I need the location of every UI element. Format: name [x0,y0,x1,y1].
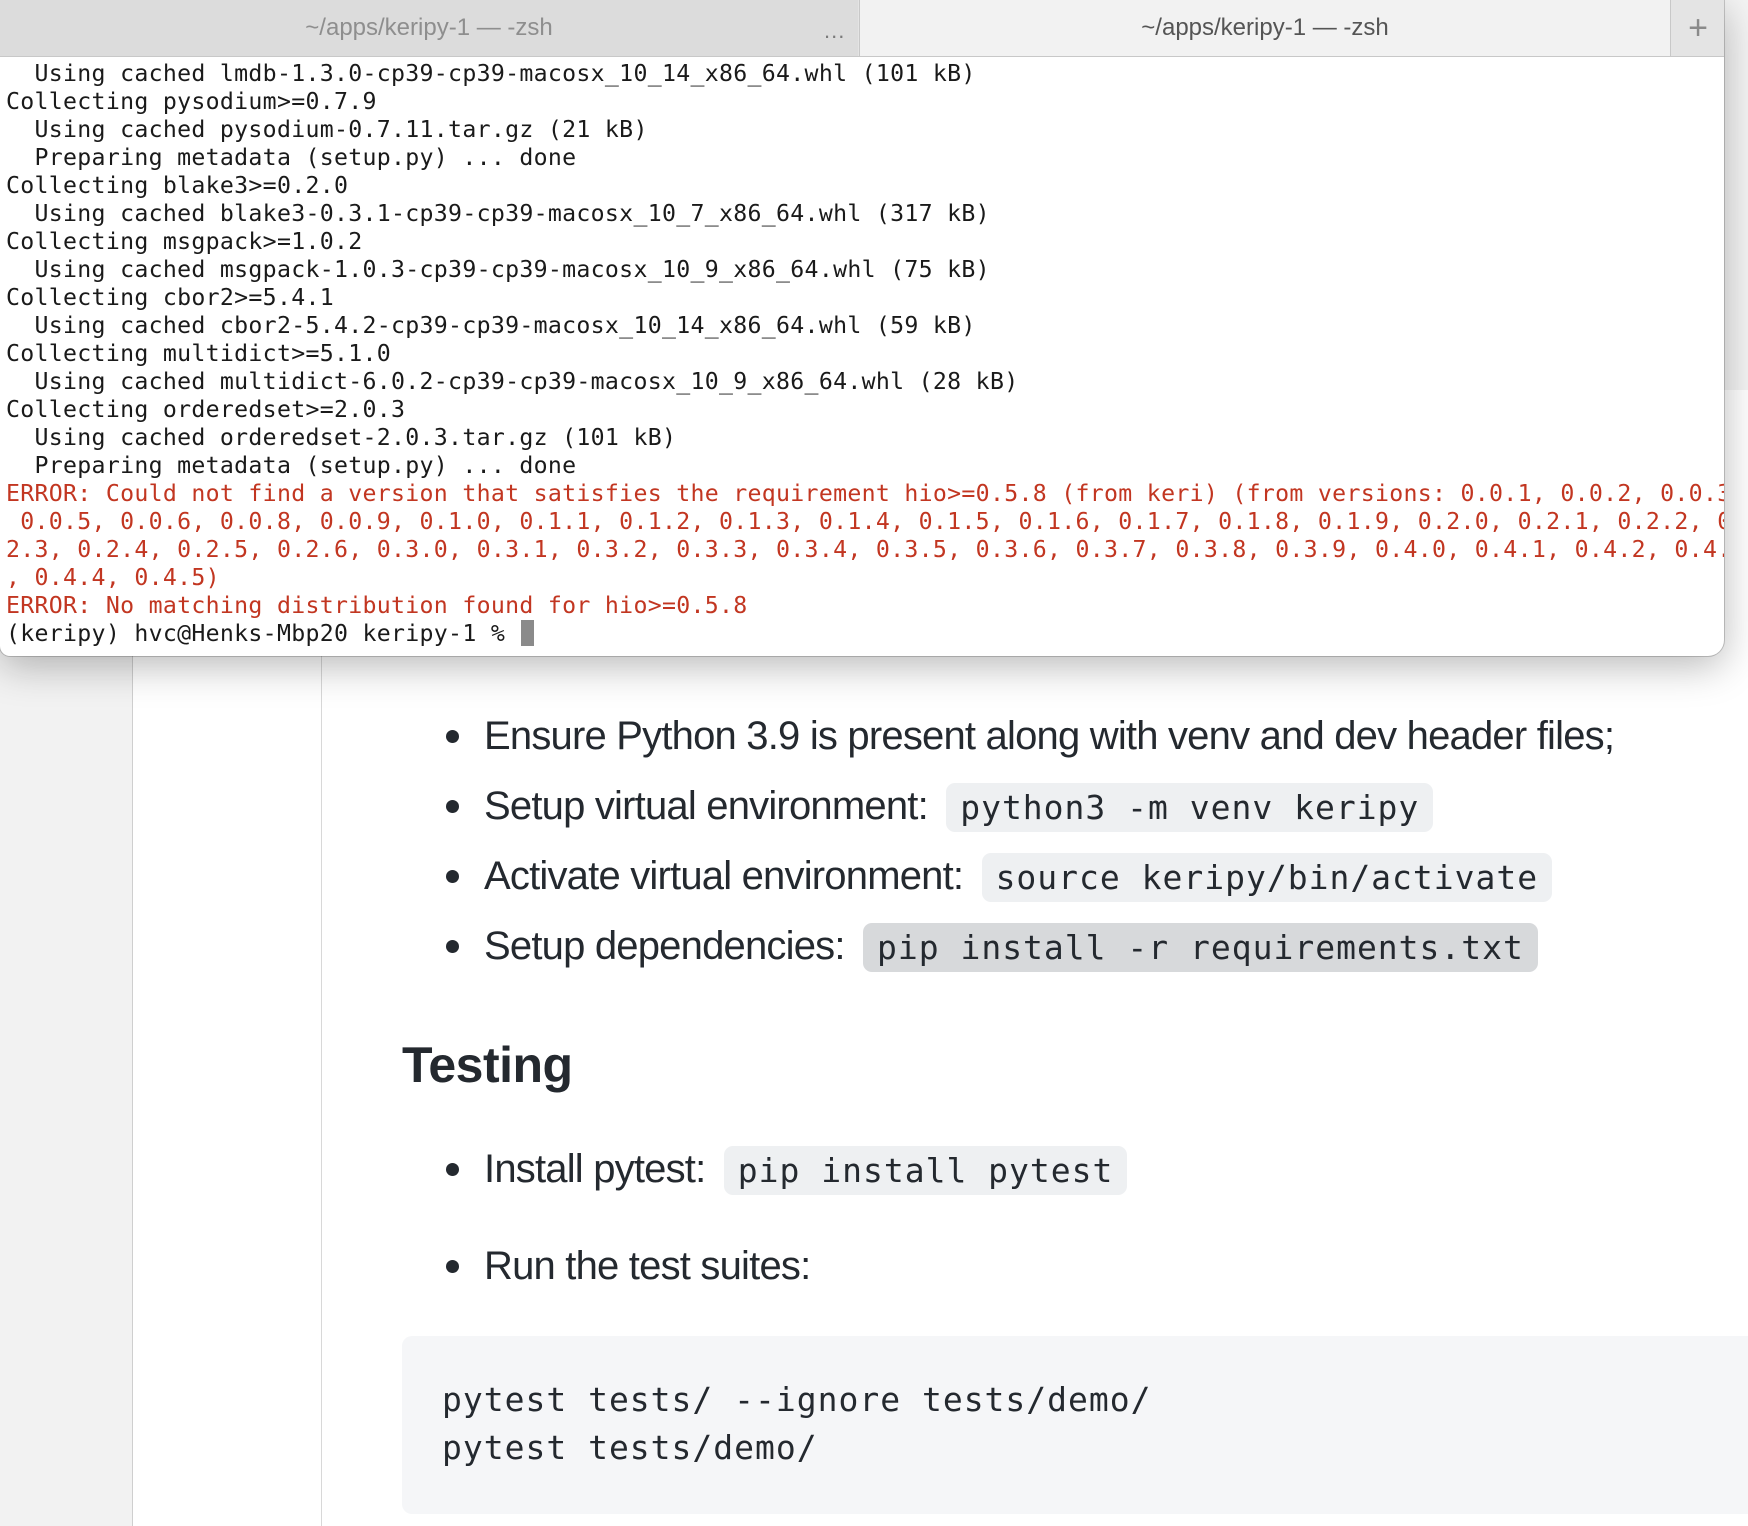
terminal-line: Preparing metadata (setup.py) ... done [6,452,577,479]
terminal-window[interactable]: ~/apps/keripy-1 — -zsh ... ~/apps/keripy… [0,0,1724,656]
terminal-error-line: ERROR: No matching distribution found fo… [6,592,748,619]
terminal-tab-2[interactable]: ~/apps/keripy-1 — -zsh [859,0,1670,56]
bullet [446,870,459,883]
inline-code[interactable]: source keripy/bin/activate [981,853,1553,902]
code-line: pytest tests/ --ignore tests/demo/ [442,1380,1152,1419]
testing-item-install: Install pytest: pip install pytest [446,1139,1128,1199]
terminal-error-line: 0.0.5, 0.0.6, 0.0.8, 0.0.9, 0.1.0, 0.1.1… [6,508,1724,535]
testing-item-text: Run the test suites: [484,1244,811,1288]
terminal-error-line: ERROR: Could not find a version that sat… [6,480,1724,507]
bullet [446,940,459,953]
terminal-prompt-line[interactable]: (keripy) hvc@Henks-Mbp20 keripy-1 % [6,620,1718,648]
tab-label: ~/apps/keripy-1 — -zsh [1141,14,1389,41]
testing-item-text: Install pytest: [484,1147,716,1191]
setup-item-text: Ensure Python 3.9 is present along with … [484,714,1615,758]
terminal-line: Collecting multidict>=5.1.0 [6,340,392,367]
terminal-line: Collecting orderedset>=2.0.3 [6,396,406,423]
bullet [446,800,459,813]
background-window-edge [1720,0,1748,390]
terminal-output[interactable]: Using cached lmdb-1.3.0-cp39-cp39-macosx… [6,60,1724,648]
tab-label: ~/apps/keripy-1 — -zsh [305,14,553,41]
setup-item-python: Ensure Python 3.9 is present along with … [446,706,1615,766]
setup-item-text: Activate virtual environment: [484,854,974,898]
testing-heading: Testing [402,1037,573,1093]
bullet [446,730,459,743]
bullet [446,1260,459,1273]
inline-code[interactable]: pip install pytest [723,1146,1128,1195]
terminal-line: Collecting cbor2>=5.4.1 [6,284,334,311]
terminal-line: Collecting blake3>=0.2.0 [6,172,349,199]
terminal-line: Using cached lmdb-1.3.0-cp39-cp39-macosx… [6,60,976,87]
terminal-error-line: , 0.4.4, 0.4.5) [6,564,220,591]
code-line: pytest tests/demo/ [442,1428,818,1467]
setup-item-text: Setup dependencies: [484,924,855,968]
terminal-line: Using cached msgpack-1.0.3-cp39-cp39-mac… [6,256,990,283]
new-tab-button[interactable]: + [1670,0,1724,56]
terminal-line: Preparing metadata (setup.py) ... done [6,144,577,171]
code-block[interactable]: pytest tests/ --ignore tests/demo/ pytes… [402,1336,1748,1514]
terminal-cursor [521,620,535,646]
terminal-prompt: (keripy) hvc@Henks-Mbp20 keripy-1 % [6,620,520,647]
setup-item-text: Setup virtual environment: [484,784,939,828]
setup-item-dependencies: Setup dependencies: pip install -r requi… [446,916,1538,976]
terminal-line: Collecting pysodium>=0.7.9 [6,88,377,115]
terminal-line: Using cached pysodium-0.7.11.tar.gz (21 … [6,116,648,143]
terminal-line: Using cached blake3-0.3.1-cp39-cp39-maco… [6,200,990,227]
terminal-line: Using cached cbor2-5.4.2-cp39-cp39-macos… [6,312,976,339]
tab-overflow-icon[interactable]: ... [824,18,845,44]
terminal-error-line: 2.3, 0.2.4, 0.2.5, 0.2.6, 0.3.0, 0.3.1, … [6,536,1724,563]
inline-code-selected[interactable]: pip install -r requirements.txt [862,923,1538,972]
testing-item-run: Run the test suites: [446,1236,811,1296]
terminal-line: Using cached multidict-6.0.2-cp39-cp39-m… [6,368,1019,395]
terminal-line: Collecting msgpack>=1.0.2 [6,228,363,255]
inline-code[interactable]: python3 -m venv keripy [946,783,1434,832]
setup-item-activate: Activate virtual environment: source ker… [446,846,1553,906]
terminal-tab-bar: ~/apps/keripy-1 — -zsh ... ~/apps/keripy… [0,0,1724,57]
terminal-tab-1[interactable]: ~/apps/keripy-1 — -zsh [0,0,858,56]
terminal-line: Using cached orderedset-2.0.3.tar.gz (10… [6,424,677,451]
bullet [446,1163,459,1176]
setup-item-venv: Setup virtual environment: python3 -m ve… [446,776,1434,836]
